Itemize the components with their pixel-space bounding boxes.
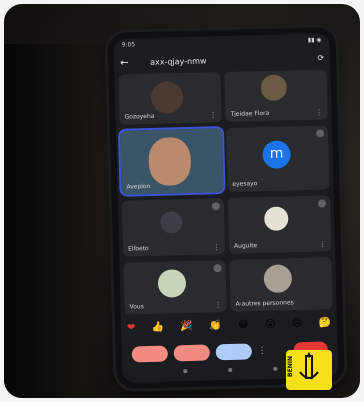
avatar-letter: m xyxy=(262,140,291,170)
avatar xyxy=(150,81,184,114)
reaction-bar: ❤ 👍 🎉 👏 😂 😮 😢 🤔 xyxy=(127,317,331,338)
reaction-thumbs-up-icon[interactable]: 👍 xyxy=(152,322,165,338)
participant-name: eyesayo xyxy=(232,180,258,188)
reaction-heart-icon[interactable]: ❤ xyxy=(127,322,136,338)
nav-recents-icon[interactable] xyxy=(273,366,278,371)
participant-tile-active[interactable]: Aveplon xyxy=(117,125,226,197)
status-icons: ▮▮ ◉ xyxy=(307,36,322,44)
mic-off-icon xyxy=(211,202,221,211)
participant-tile[interactable]: Ellbeto ⋮ xyxy=(121,198,226,257)
participant-tile[interactable]: Augulte ⋮ xyxy=(227,195,332,254)
status-time: 9:05 xyxy=(121,41,136,49)
participant-tile[interactable]: Tjeidae Flora ⋮ xyxy=(224,69,328,122)
more-options-icon[interactable]: ⋮ xyxy=(209,111,216,119)
more-options-icon[interactable]: ⋮ xyxy=(214,301,221,309)
participant-name: A-autres personnes xyxy=(235,299,294,308)
avatar xyxy=(260,74,288,102)
nav-back-icon[interactable] xyxy=(182,369,187,374)
reaction-clap-icon[interactable]: 👏 xyxy=(209,320,222,336)
participant-name: Augulte xyxy=(233,242,258,250)
photo-background: 9:05 ▮▮ ◉ ← axx-qjay-nmw ⟳ Gozoyeha ⋮ Tj… xyxy=(4,4,360,398)
participant-tile[interactable]: m eyesayo xyxy=(225,125,330,192)
avatar xyxy=(160,211,183,234)
participant-name: Aveplon xyxy=(126,182,151,191)
participant-name: Tjeidae Flora xyxy=(230,109,270,118)
more-options-icon[interactable]: ⋮ xyxy=(319,240,326,248)
participant-grid: Gozoyeha ⋮ Tjeidae Flora ⋮ Aveplon m eye… xyxy=(117,69,333,315)
camera-off-button[interactable] xyxy=(131,345,169,363)
participant-tile[interactable]: Gozoyeha ⋮ xyxy=(118,72,222,125)
smartphone: 9:05 ▮▮ ◉ ← axx-qjay-nmw ⟳ Gozoyeha ⋮ Tj… xyxy=(107,27,345,389)
system-nav-bar xyxy=(162,366,298,376)
reaction-laugh-icon[interactable]: 😂 xyxy=(237,319,249,335)
mic-off-icon xyxy=(213,264,222,273)
mic-off-button[interactable] xyxy=(173,344,210,362)
avatar xyxy=(263,264,293,294)
back-arrow-icon[interactable]: ← xyxy=(120,57,134,68)
amnesty-logo: BENIN xyxy=(286,350,332,390)
mic-off-icon xyxy=(317,199,327,208)
camera-switch-icon[interactable]: ⟳ xyxy=(317,53,324,62)
reaction-thinking-icon[interactable]: 🤔 xyxy=(318,317,331,333)
participant-name: Ellbeto xyxy=(127,245,149,253)
call-topbar: ← axx-qjay-nmw ⟳ xyxy=(120,47,324,72)
participant-tile[interactable]: Vous ⋮ xyxy=(123,260,227,315)
phone-screen: 9:05 ▮▮ ◉ ← axx-qjay-nmw ⟳ Gozoyeha ⋮ Tj… xyxy=(113,33,339,383)
reaction-party-icon[interactable]: 🎉 xyxy=(180,321,193,337)
more-options-icon[interactable]: ⋮ xyxy=(213,243,220,251)
mic-off-icon xyxy=(315,129,325,138)
avatar xyxy=(157,269,187,298)
emoji-button[interactable] xyxy=(215,343,252,361)
participant-name: Vous xyxy=(129,303,144,311)
reaction-sad-icon[interactable]: 😢 xyxy=(292,318,303,334)
more-options-icon[interactable]: ⋮ xyxy=(258,346,267,356)
more-options-icon[interactable]: ⋮ xyxy=(315,108,322,116)
logo-text: BENIN xyxy=(287,356,294,377)
avatar xyxy=(263,206,289,231)
meeting-code: axx-qjay-nmw xyxy=(150,55,207,67)
avatar xyxy=(148,136,192,186)
dark-surface xyxy=(4,44,114,398)
participant-name: Gozoyeha xyxy=(124,112,155,121)
nav-home-icon[interactable] xyxy=(228,367,233,372)
participant-tile[interactable]: A-autres personnes xyxy=(229,257,333,312)
reaction-surprised-icon[interactable]: 😮 xyxy=(265,319,276,335)
